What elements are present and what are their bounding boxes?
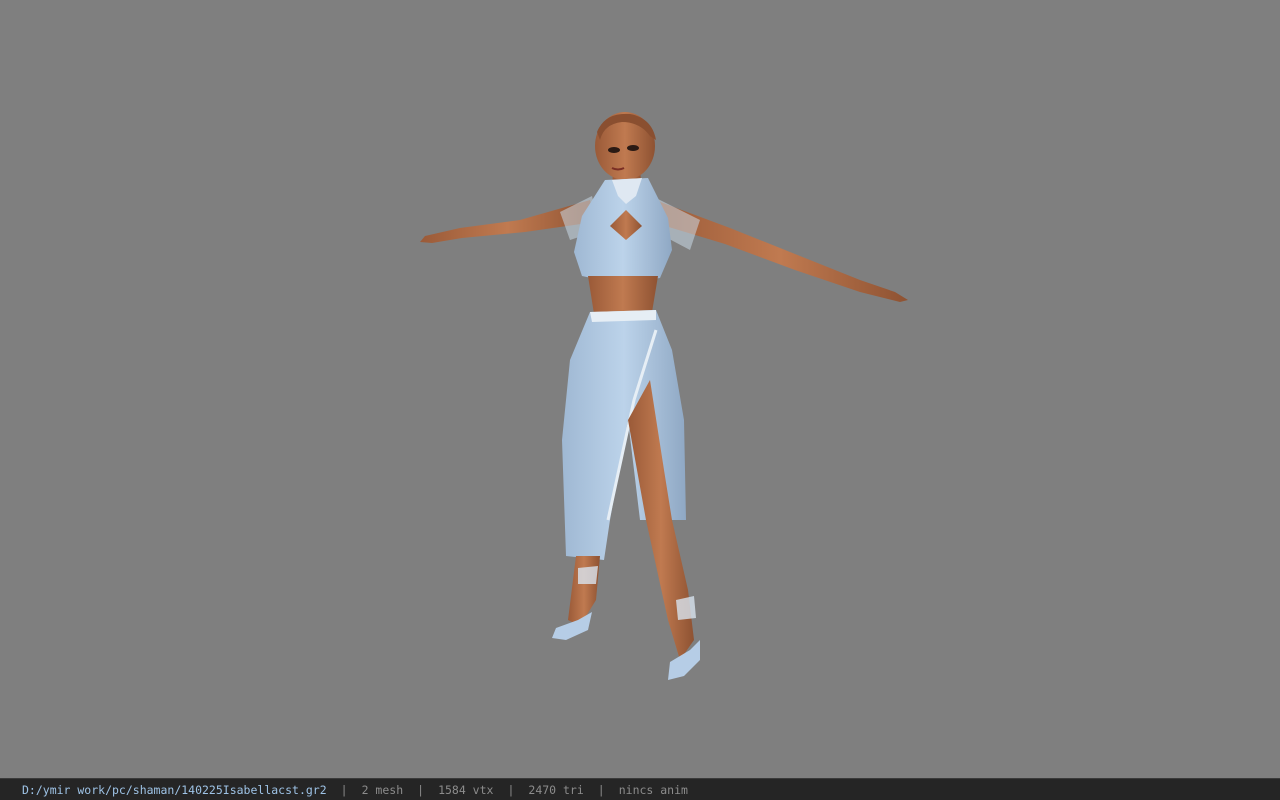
left-eye bbox=[608, 147, 620, 153]
status-bar: D:/ymir work/pc/shaman/140225Isabellacst… bbox=[0, 778, 1280, 800]
triangle-count: 2470 tri bbox=[528, 783, 584, 797]
vertex-count: 1584 vtx bbox=[438, 783, 494, 797]
separator: | bbox=[507, 783, 515, 797]
animation-status: nincs anim bbox=[618, 783, 688, 797]
3d-viewport[interactable] bbox=[0, 0, 1280, 778]
right-eye bbox=[627, 145, 639, 151]
separator: | bbox=[417, 783, 425, 797]
character-model[interactable] bbox=[0, 0, 1280, 778]
midriff bbox=[588, 276, 658, 314]
mesh-count: 2 mesh bbox=[361, 783, 404, 797]
file-path: D:/ymir work/pc/shaman/140225Isabellacst… bbox=[22, 783, 327, 797]
right-ankle-lace bbox=[676, 596, 696, 620]
left-ankle-lace bbox=[578, 566, 598, 584]
separator: | bbox=[340, 783, 348, 797]
skirt-trim bbox=[590, 310, 656, 322]
separator: | bbox=[597, 783, 605, 797]
